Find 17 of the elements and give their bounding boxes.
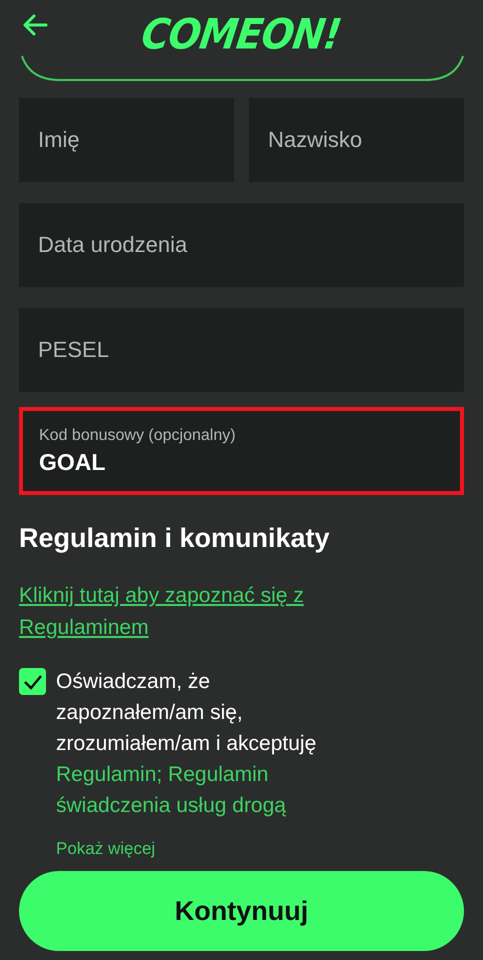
input-field[interactable]: PESEL	[19, 308, 464, 392]
consent-text: Oświadczam, że zapoznałem/am się, zrozumiałem/am i akceptuję	[56, 669, 318, 757]
input-field[interactable]: Nazwisko	[249, 98, 464, 182]
logo: COMEON!	[138, 10, 344, 58]
field-label: Kod bonusowy (opcjonalny)	[39, 426, 236, 444]
terms-link[interactable]: Kliknij tutaj aby zapoznać się z Regulaminem	[19, 580, 379, 644]
bonus-code-field[interactable]: Kod bonusowy (opcjonalny) GOAL	[19, 407, 464, 495]
input-field[interactable]: GOAL	[39, 448, 444, 476]
terms-links[interactable]: Regulamin; Regulamin świadczenia usług drogą	[56, 759, 346, 821]
check-icon	[22, 674, 42, 690]
section-heading: Regulamin i komunikaty	[19, 523, 331, 554]
checkbox[interactable]	[19, 668, 46, 695]
input-field[interactable]: Data urodzenia	[19, 203, 464, 287]
continue-button[interactable]: Kontynuuj	[19, 871, 464, 951]
input-field[interactable]: Imię	[19, 98, 234, 182]
show-more-link[interactable]: Pokaż więcej	[56, 839, 156, 859]
back-arrow-icon[interactable]	[22, 14, 48, 36]
